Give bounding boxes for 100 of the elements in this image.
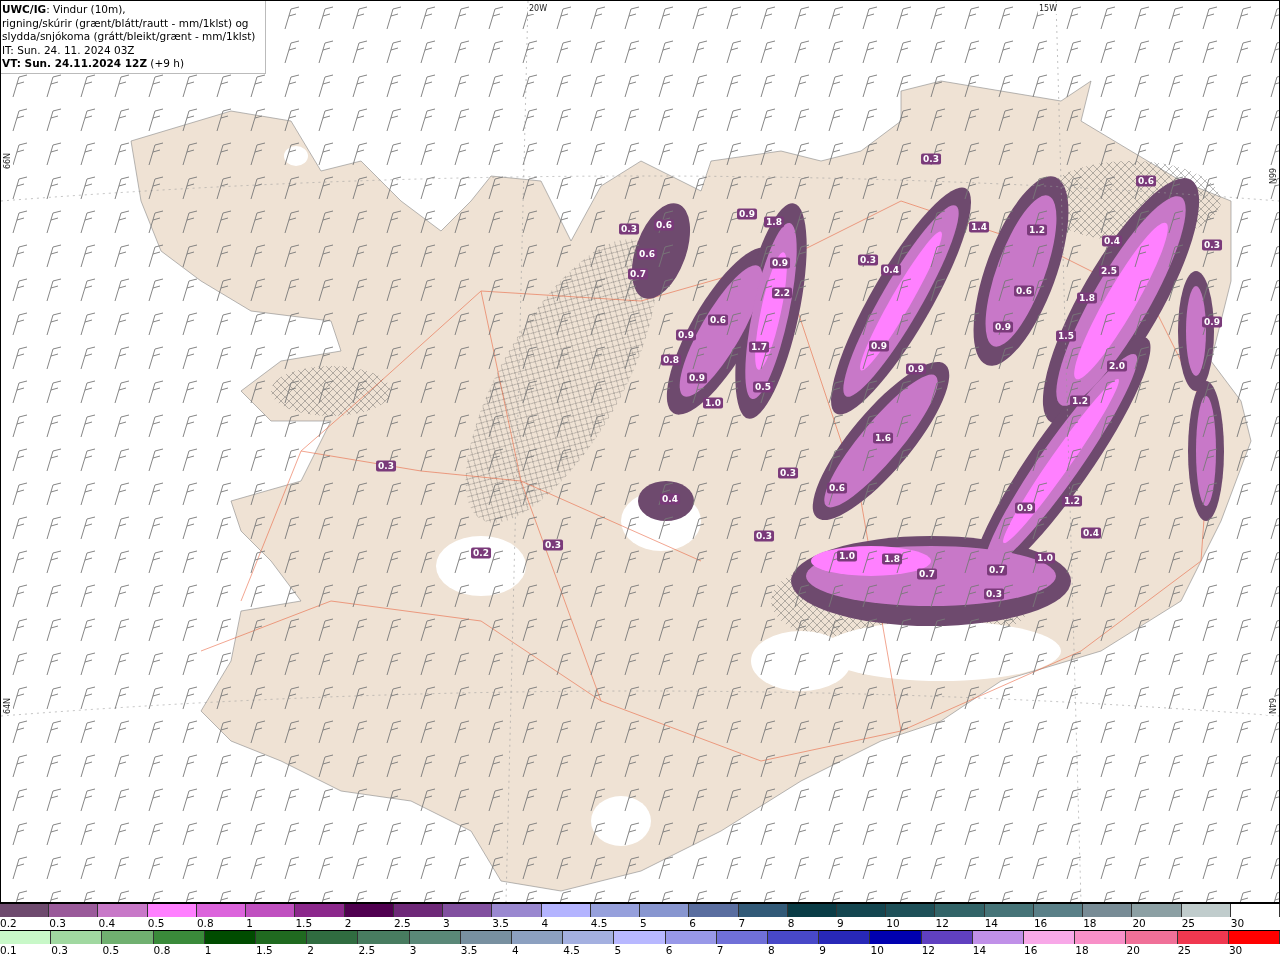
- precipitation-value: 0.6: [1136, 175, 1156, 187]
- precipitation-value: 1.5: [1056, 330, 1076, 342]
- legend-label: 0.4: [98, 917, 116, 930]
- legend-label: 5: [614, 944, 622, 957]
- precipitation-value: 0.4: [881, 264, 901, 276]
- legend-label: 0.8: [153, 944, 171, 957]
- precipitation-value: 0.9: [676, 329, 696, 341]
- precipitation-value: 0.9: [869, 340, 889, 352]
- precipitation-value: 0.4: [1081, 527, 1101, 539]
- legend-label: 25: [1181, 917, 1195, 930]
- legend-label: 1.5: [256, 944, 273, 957]
- legend-label: 2.5: [393, 917, 411, 930]
- legend-label: 16: [1024, 944, 1038, 957]
- legend-label: 7: [738, 917, 746, 930]
- legend-label: 25: [1177, 944, 1192, 957]
- legend-label: 5: [640, 917, 647, 930]
- precipitation-value: 0.9: [687, 372, 707, 384]
- precipitation-value: 0.3: [543, 539, 563, 551]
- precipitation-value: 0.8: [661, 354, 681, 366]
- coordinate-label: 66N: [3, 151, 13, 171]
- precipitation-value: 0.2: [471, 547, 491, 559]
- legend-label: 12: [935, 917, 949, 930]
- precipitation-value: 0.7: [917, 568, 937, 580]
- precipitation-value: 0.7: [628, 268, 648, 280]
- header-text: slydda/snjókoma (grátt/bleikt/grænt - mm/1klst): [2, 30, 256, 44]
- precipitation-value: 1.0: [703, 397, 723, 409]
- legend-label: 0.5: [102, 944, 120, 957]
- precipitation-value: 1.7: [749, 341, 769, 353]
- precipitation-value: 0.7: [987, 564, 1007, 576]
- precipitation-value: 2.2: [772, 287, 792, 299]
- precipitation-value: 1.0: [837, 550, 857, 562]
- precipitation-value: 1.2: [1062, 495, 1082, 507]
- legend-label: 2: [307, 944, 314, 957]
- legend-label: 30: [1230, 917, 1245, 930]
- legend-label: 4: [512, 944, 519, 957]
- precipitation-value: 1.8: [1077, 292, 1097, 304]
- precipitation-value: 0.9: [737, 208, 757, 220]
- legend-label: 6: [689, 917, 696, 930]
- precipitation-value: 0.9: [993, 321, 1013, 333]
- legend-label: 10: [886, 917, 900, 930]
- legend-label: 7: [716, 944, 724, 957]
- precipitation-value: 0.4: [1102, 235, 1122, 247]
- legend-label: 14: [972, 944, 987, 957]
- legend-label: 0.8: [196, 917, 214, 930]
- legend-label: 3.5: [492, 917, 510, 930]
- precipitation-value: 1.2: [1070, 395, 1090, 407]
- precipitation-value: 0.3: [619, 223, 639, 235]
- coordinate-label: 66N: [1266, 166, 1276, 186]
- header-text: UWC/IG: Vindur (10m),: [2, 3, 127, 17]
- legend-label: 14: [984, 917, 999, 930]
- precipitation-value: 2.5: [1099, 265, 1119, 277]
- legend-label: 20: [1126, 944, 1140, 957]
- legend-label: 0.1: [0, 944, 17, 957]
- legend-label: 16: [1033, 917, 1048, 930]
- legend-label: 0.3: [51, 944, 68, 957]
- legend-label: 6: [665, 944, 673, 957]
- header-text: VT: Sun. 24.11.2024 12Z (+9 h): [2, 57, 186, 71]
- precipitation-value: 0.6: [654, 219, 674, 231]
- precipitation-value: 0.5: [753, 381, 773, 393]
- legend-label: 10: [870, 944, 884, 957]
- precipitation-value: 0.9: [1202, 316, 1222, 328]
- coordinate-label: 64N: [3, 696, 13, 716]
- precipitation-value: 1.0: [1035, 552, 1055, 564]
- legend-label: 0.5: [147, 917, 165, 930]
- precipitation-value: 0.9: [906, 363, 926, 375]
- precipitation-value: 1.8: [764, 216, 784, 228]
- precipitation-value: 0.6: [1014, 285, 1034, 297]
- precipitation-value: 0.6: [637, 248, 657, 260]
- legend-label: 4: [541, 917, 549, 930]
- precipitation-value: 1.8: [882, 553, 902, 565]
- precipitation-value: 1.6: [873, 432, 893, 444]
- legend-label: 20: [1132, 917, 1146, 930]
- legend-label: 8: [768, 944, 775, 957]
- legend-label: 18: [1075, 944, 1089, 957]
- legend-label: 3: [409, 944, 417, 957]
- coordinate-label: 20W: [527, 4, 549, 14]
- legend-label: 2: [344, 917, 352, 930]
- precipitation-value: 0.3: [754, 530, 774, 542]
- precipitation-value: 0.3: [858, 254, 878, 266]
- legend-label: 1.5: [295, 917, 313, 930]
- legend-label: 0.3: [49, 917, 66, 930]
- header-text: IT: Sun. 24. 11. 2024 03Z: [2, 43, 136, 57]
- precipitation-value: 0.3: [921, 153, 941, 165]
- legend-label: 18: [1083, 917, 1097, 930]
- coordinate-label: 15W: [1037, 4, 1059, 14]
- precipitation-value: 0.6: [708, 314, 728, 326]
- legend-label: 2.5: [358, 944, 376, 957]
- legend-label: 4.5: [590, 917, 608, 930]
- precipitation-value: 0.3: [778, 467, 798, 479]
- precipitation-value: 0.4: [660, 493, 680, 505]
- legend-label: 3: [443, 917, 450, 930]
- precipitation-value: 0.3: [984, 588, 1004, 600]
- header-text: rigning/skúrir (grænt/blátt/rautt - mm/1klst) og: [2, 16, 250, 30]
- legend-label: 4.5: [563, 944, 580, 957]
- legend-label: 1: [246, 917, 253, 930]
- legend-label: 12: [921, 944, 936, 957]
- precipitation-value: 0.9: [770, 257, 790, 269]
- legend-label: 9: [819, 944, 826, 957]
- legend-label: 8: [787, 917, 795, 930]
- precipitation-value: 0.9: [1015, 502, 1035, 514]
